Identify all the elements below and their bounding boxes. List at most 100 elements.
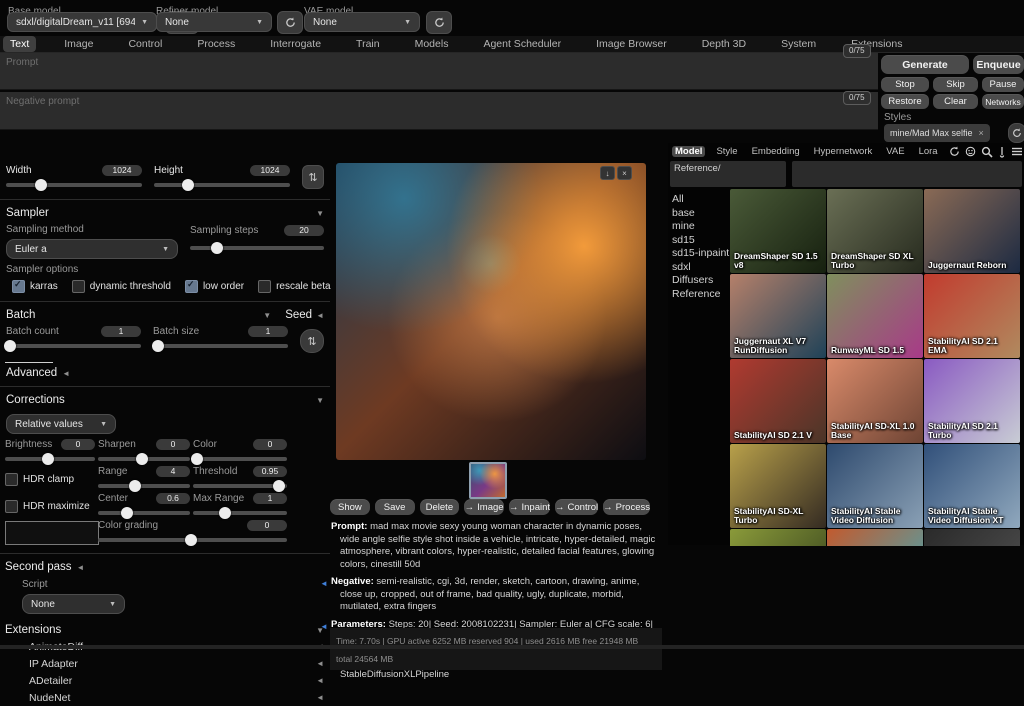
max-range-slider[interactable] bbox=[193, 511, 287, 515]
batch-size-slider[interactable] bbox=[153, 344, 288, 348]
brightness-slider[interactable] bbox=[5, 457, 95, 461]
corrections-mode-select[interactable]: Relative values▼ bbox=[6, 414, 116, 434]
color-grading-swatch[interactable] bbox=[5, 521, 99, 545]
main-tab[interactable]: Agent Scheduler bbox=[476, 36, 568, 52]
checkbox[interactable] bbox=[72, 280, 85, 293]
send-to-inpaint-button[interactable]: →Inpaint bbox=[509, 499, 550, 515]
main-tab[interactable]: Control bbox=[121, 36, 169, 52]
checkbox[interactable] bbox=[5, 500, 18, 513]
delete-button[interactable]: Delete bbox=[420, 499, 460, 515]
networks-tab[interactable]: Hypernetwork bbox=[811, 146, 876, 157]
checkbox[interactable] bbox=[5, 473, 18, 486]
networks-tab[interactable]: Lora bbox=[916, 146, 941, 157]
close-image-button[interactable]: × bbox=[617, 166, 632, 180]
send-to-image-button[interactable]: →Image bbox=[464, 499, 504, 515]
sampler-option[interactable]: rescale beta bbox=[258, 280, 330, 293]
main-tab[interactable]: Image Browser bbox=[589, 36, 674, 52]
networks-tab[interactable]: Style bbox=[713, 146, 740, 157]
model-card[interactable]: RunwayML SD 1.5 bbox=[827, 274, 923, 358]
color-grading-handle[interactable] bbox=[185, 534, 197, 546]
networks-folder-item[interactable]: sd15 bbox=[672, 234, 730, 248]
checkbox[interactable] bbox=[258, 280, 271, 293]
networks-folder-item[interactable]: sd15-inpaint bbox=[672, 247, 730, 261]
max-range-handle[interactable] bbox=[219, 507, 231, 519]
sampler-option[interactable]: karras bbox=[12, 280, 58, 293]
sharpen-slider[interactable] bbox=[98, 457, 190, 461]
extension-item[interactable]: NudeNet◄ bbox=[29, 689, 324, 706]
main-tab[interactable]: Interrogate bbox=[263, 36, 328, 52]
model-card[interactable] bbox=[924, 529, 1020, 546]
pin-icon[interactable] bbox=[998, 146, 1006, 158]
networks-tab[interactable]: Model bbox=[672, 146, 705, 157]
batch-count-handle[interactable] bbox=[4, 340, 16, 352]
main-tab[interactable]: Process bbox=[190, 36, 242, 52]
network-folder-input[interactable] bbox=[670, 161, 786, 187]
details-icon[interactable] bbox=[965, 146, 976, 157]
range-handle[interactable] bbox=[129, 480, 141, 492]
gallery-thumbnail[interactable] bbox=[469, 462, 507, 499]
show-button[interactable]: Show bbox=[330, 499, 370, 515]
brightness-handle[interactable] bbox=[42, 453, 54, 465]
model-card[interactable]: StabilityAI SD 2.1 V bbox=[730, 359, 826, 443]
expand-icon[interactable]: ◄ bbox=[320, 621, 328, 634]
main-tab[interactable]: Depth 3D bbox=[695, 36, 753, 52]
model-card[interactable]: Juggernaut Reborn bbox=[924, 189, 1020, 273]
vae-model-select[interactable]: None▼ bbox=[304, 12, 420, 32]
checkbox[interactable] bbox=[185, 280, 198, 293]
sampling-steps-slider[interactable] bbox=[190, 246, 324, 250]
main-tab[interactable]: Models bbox=[408, 36, 456, 52]
extensions-section-header[interactable]: Extensions▼ bbox=[5, 622, 324, 638]
refiner-model-refresh-button[interactable] bbox=[277, 11, 303, 34]
negative-prompt-input[interactable] bbox=[0, 92, 878, 130]
batch-section-header[interactable]: Batch ▼ Seed ◄ bbox=[6, 307, 324, 323]
center-handle[interactable] bbox=[121, 507, 133, 519]
download-image-button[interactable]: ↓ bbox=[600, 166, 615, 180]
model-card[interactable] bbox=[827, 529, 923, 546]
advanced-section-header[interactable]: Advanced◄ bbox=[6, 365, 324, 381]
networks-folder-item[interactable]: Diffusers bbox=[672, 274, 730, 288]
model-card[interactable]: StabilityAI SD 2.1 Turbo bbox=[924, 359, 1020, 443]
batch-count-slider[interactable] bbox=[6, 344, 141, 348]
selected-style-tag[interactable]: mine/Mad Max selfie× bbox=[884, 124, 990, 142]
seed-section-header[interactable]: Seed bbox=[285, 309, 312, 321]
model-card[interactable]: StabilityAI SD 2.1 EMA bbox=[924, 274, 1020, 358]
network-description-box[interactable] bbox=[792, 161, 1022, 187]
script-select[interactable]: None▼ bbox=[22, 594, 125, 614]
model-card[interactable]: StabilityAI SD-XL 1.0 Base bbox=[827, 359, 923, 443]
sampling-steps-handle[interactable] bbox=[211, 242, 223, 254]
range-slider[interactable] bbox=[98, 484, 190, 488]
refresh-icon[interactable] bbox=[949, 146, 960, 157]
stop-button[interactable]: Stop bbox=[881, 77, 929, 92]
threshold-handle[interactable] bbox=[273, 480, 285, 492]
networks-folder-item[interactable]: sdxl bbox=[672, 261, 730, 275]
model-card[interactable]: StabilityAI Stable Video Diffusion bbox=[827, 444, 923, 528]
search-icon[interactable] bbox=[981, 146, 993, 158]
color-slider[interactable] bbox=[193, 457, 287, 461]
networks-folder-item[interactable]: All bbox=[672, 193, 730, 207]
remove-style-icon[interactable]: × bbox=[979, 128, 984, 138]
networks-tab[interactable]: Embedding bbox=[749, 146, 803, 157]
threshold-slider[interactable] bbox=[193, 484, 287, 488]
networks-folder-item[interactable]: Reference bbox=[672, 288, 730, 302]
prompt-input[interactable] bbox=[0, 53, 878, 90]
expand-icon[interactable]: ◄ bbox=[320, 578, 328, 591]
send-to-control-button[interactable]: →Control bbox=[555, 499, 598, 515]
extension-item[interactable]: IP Adapter◄ bbox=[29, 655, 324, 672]
checkbox[interactable] bbox=[12, 280, 25, 293]
sampling-method-select[interactable]: Euler a▼ bbox=[6, 239, 178, 259]
model-card[interactable]: DreamShaper SD XL Turbo bbox=[827, 189, 923, 273]
swap-batch-button[interactable]: ⇅ bbox=[300, 329, 324, 353]
height-slider[interactable] bbox=[154, 183, 290, 187]
skip-button[interactable]: Skip bbox=[933, 77, 978, 92]
generated-image[interactable] bbox=[336, 163, 646, 460]
refiner-model-select[interactable]: None▼ bbox=[156, 12, 272, 32]
networks-folder-item[interactable]: mine bbox=[672, 220, 730, 234]
main-tab[interactable]: System bbox=[774, 36, 823, 52]
batch-size-handle[interactable] bbox=[152, 340, 164, 352]
extension-item[interactable]: ADetailer◄ bbox=[29, 672, 324, 689]
main-tab[interactable]: Image bbox=[57, 36, 100, 52]
networks-tab[interactable]: VAE bbox=[883, 146, 907, 157]
main-tab[interactable]: Train bbox=[349, 36, 387, 52]
pause-button[interactable]: Pause bbox=[982, 77, 1024, 92]
main-tab[interactable]: Text bbox=[3, 36, 36, 52]
